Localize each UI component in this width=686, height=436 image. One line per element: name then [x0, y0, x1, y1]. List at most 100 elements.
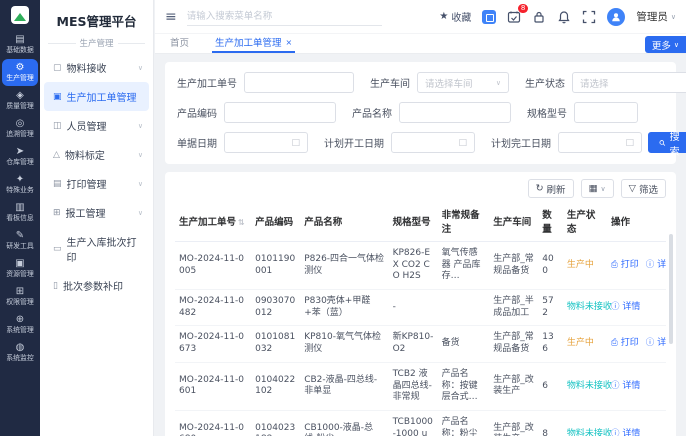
app-logo[interactable] — [11, 6, 29, 24]
spec-input[interactable] — [574, 102, 638, 123]
qty-cell: 572 — [538, 290, 563, 326]
table-row: MO-2024-11-06800104023188CB1000-液晶-总线-粉尘… — [175, 410, 666, 436]
actions-cell: ⓘ 详情 — [607, 410, 666, 436]
sidebar-item-批次参数补印[interactable]: ▯批次参数补印 — [44, 271, 149, 300]
详情-action-link[interactable]: ⓘ 详情 — [646, 260, 666, 270]
bell-icon[interactable] — [557, 10, 571, 24]
more-button[interactable]: 更多 ∨ — [645, 36, 686, 53]
详情-action-link[interactable]: ⓘ 详情 — [646, 338, 666, 348]
hamburger-menu-icon[interactable]: ≡ — [165, 10, 177, 24]
bill-date-input[interactable]: □ — [224, 132, 308, 153]
columns-button[interactable]: ▦ ∨ — [581, 179, 614, 198]
status-cell: 物料未接收 — [563, 290, 607, 326]
column-header-生产状态[interactable]: 生产状态 — [563, 203, 607, 242]
rail-item-基础数据[interactable]: ▤基础数据 — [2, 31, 38, 58]
print-icon: ⎙ — [611, 260, 618, 270]
user-avatar[interactable] — [607, 8, 625, 26]
calendar-icon: □ — [625, 138, 634, 148]
column-header-产品编码[interactable]: 产品编码 — [251, 203, 300, 242]
search-button[interactable]: 搜索 — [648, 132, 686, 153]
sidebar-item-报工管理[interactable]: ⊞报工管理∨ — [44, 198, 149, 227]
rail-item-特殊业务[interactable]: ✦特殊业务 — [2, 171, 38, 198]
sidebar-item-label: 打印管理 — [67, 176, 107, 191]
database-icon: ▤ — [2, 34, 38, 45]
users-icon: ◫ — [53, 121, 62, 131]
filter-button[interactable]: ▽ 筛选 — [621, 179, 666, 198]
note-cell: 氧气传感器 产品库存… — [438, 242, 490, 290]
sidebar-item-人员管理[interactable]: ◫人员管理∨ — [44, 111, 149, 140]
action-label: 打印 — [621, 260, 639, 270]
favorite-button[interactable]: ★ 收藏 — [439, 9, 471, 24]
status-cell: 生产中 — [563, 242, 607, 290]
sidebar-item-物料标定[interactable]: △物料标定∨ — [44, 140, 149, 169]
column-header-生产加工单号[interactable]: 生产加工单号⇅ — [175, 203, 251, 242]
status-badge: 物料未接收 — [567, 302, 612, 312]
rail-item-系统监控[interactable]: ◍系统监控 — [2, 339, 38, 366]
qty-cell: 8 — [538, 410, 563, 436]
column-header-规格型号[interactable]: 规格型号 — [389, 203, 438, 242]
status-cell: 物料未接收 — [563, 410, 607, 436]
sidebar-item-生产加工单管理[interactable]: ▣生产加工单管理 — [44, 82, 149, 111]
详情-action-link[interactable]: ⓘ 详情 — [611, 429, 640, 436]
workshop-select[interactable]: 请选择车间 ∨ — [417, 72, 509, 93]
content: 生产加工单号 生产车间 请选择车间 ∨ 生产状态 请选择 — [155, 54, 686, 436]
refresh-button[interactable]: ↻ 刷新 — [528, 179, 574, 198]
rail-item-生产管理[interactable]: ⚙生产管理 — [2, 59, 38, 86]
status-select[interactable]: 请选择 ∨ — [572, 72, 686, 93]
product-code-input[interactable] — [224, 102, 336, 123]
sidebar-item-生产入库批次打印[interactable]: ▭生产入库批次打印 — [44, 227, 149, 271]
column-header-非常规备注[interactable]: 非常规备注 — [438, 203, 490, 242]
calendar-icon: □ — [458, 138, 467, 148]
product-code-cell: 0101081032 — [251, 326, 300, 362]
plan-end-input[interactable]: □ — [558, 132, 642, 153]
actions-cell: ⓘ 详情 — [607, 362, 666, 410]
详情-action-link[interactable]: ⓘ 详情 — [611, 381, 640, 391]
rail-item-权限管理[interactable]: ⊞权限管理 — [2, 283, 38, 310]
sidebar-item-打印管理[interactable]: ▤打印管理∨ — [44, 169, 149, 198]
lock-icon[interactable] — [532, 10, 546, 24]
product-code-cell: 0101190001 — [251, 242, 300, 290]
product-name-input[interactable] — [399, 102, 511, 123]
column-header-操作[interactable]: 操作 — [607, 203, 666, 242]
close-icon[interactable]: × — [286, 38, 293, 47]
tab-生产加工单管理[interactable]: 生产加工单管理× — [212, 33, 295, 53]
rail-item-看板信息[interactable]: ▥看板信息 — [2, 199, 38, 226]
vertical-scrollbar[interactable] — [669, 234, 673, 344]
column-header-产品名称[interactable]: 产品名称 — [300, 203, 388, 242]
production-icon: ⚙ — [2, 62, 38, 73]
action-label: 打印 — [621, 338, 639, 348]
user-menu[interactable]: 管理员 ∨ — [636, 9, 676, 24]
打印-action-link[interactable]: ⎙ 打印 — [611, 338, 639, 348]
rail-item-追溯管理[interactable]: ◎追溯管理 — [2, 115, 38, 142]
sort-icon[interactable]: ⇅ — [238, 218, 245, 227]
fullscreen-icon[interactable] — [582, 10, 596, 24]
rail-item-系统管理[interactable]: ⊕系统管理 — [2, 311, 38, 338]
sidebar-item-物料接收[interactable]: ▢物料接收∨ — [44, 53, 149, 82]
打印-action-link[interactable]: ⎙ 打印 — [611, 260, 639, 270]
chevron-down-icon: ∨ — [496, 79, 501, 87]
menu-search-input[interactable] — [187, 8, 382, 25]
plan-start-input[interactable]: □ — [391, 132, 475, 153]
order-no-input[interactable] — [244, 72, 354, 93]
rail-item-label: 生产管理 — [3, 73, 36, 81]
rail-item-质量管理[interactable]: ◈质量管理 — [2, 87, 38, 114]
topbar-actions: ★ 收藏 8 — [439, 8, 676, 26]
reprint-icon: ▯ — [53, 281, 58, 291]
product-code-label: 产品编码 — [177, 105, 217, 120]
notification-badge: 8 — [518, 4, 528, 13]
plan-end-label: 计划完工日期 — [491, 135, 551, 150]
bill-date-label: 单据日期 — [177, 135, 217, 150]
详情-action-link[interactable]: ⓘ 详情 — [611, 302, 640, 312]
theme-icon[interactable] — [482, 10, 496, 24]
rail-item-资源管理[interactable]: ▣资源管理 — [2, 255, 38, 282]
rail-item-研发工具[interactable]: ✎研发工具 — [2, 227, 38, 254]
column-header-生产车间[interactable]: 生产车间 — [489, 203, 538, 242]
notification-icon[interactable]: 8 — [507, 10, 521, 24]
filter-label: 筛选 — [639, 182, 658, 196]
rail-item-label: 质量管理 — [3, 101, 36, 109]
chevron-down-icon: ∨ — [671, 13, 676, 21]
status-badge: 生产中 — [567, 260, 594, 270]
rail-item-仓库管理[interactable]: ➤仓库管理 — [2, 143, 38, 170]
tab-首页[interactable]: 首页 — [167, 33, 192, 53]
column-header-数量[interactable]: 数量 — [538, 203, 563, 242]
